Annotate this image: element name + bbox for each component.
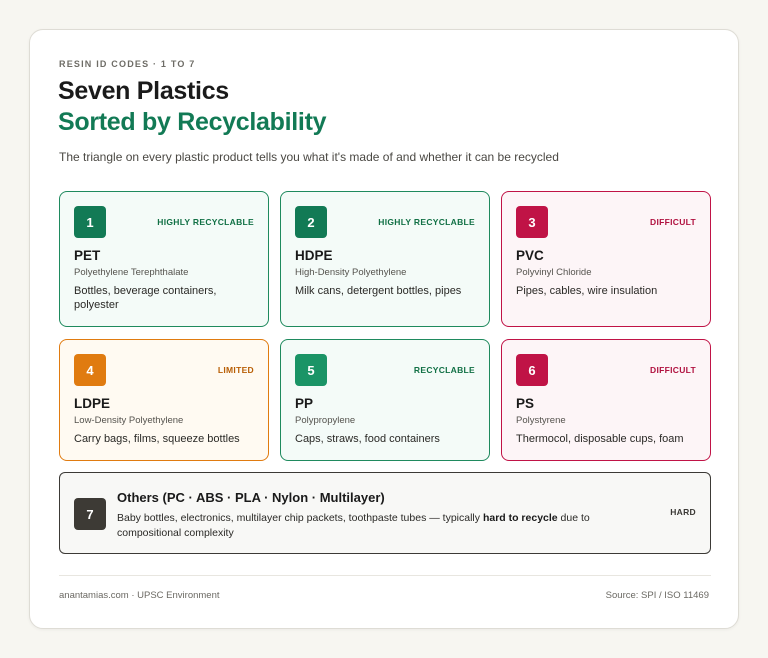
plastic-code: PVC bbox=[516, 248, 544, 263]
plastic-code: HDPE bbox=[295, 248, 333, 263]
recyclability-badge: HIGHLY RECYCLABLE bbox=[378, 217, 475, 227]
resin-number-badge: 1 bbox=[74, 206, 106, 238]
plastic-fullname: Polystyrene bbox=[516, 415, 566, 426]
resin-number-badge: 4 bbox=[74, 354, 106, 386]
page-subtitle: The triangle on every plastic product te… bbox=[59, 150, 559, 164]
footer-credit: anantamias.com · UPSC Environment bbox=[59, 590, 220, 601]
plastic-code: PP bbox=[295, 396, 314, 411]
recyclability-badge: HIGHLY RECYCLABLE bbox=[157, 217, 254, 227]
infographic-card: RESIN ID CODES · 1 TO 7 Seven Plastics S… bbox=[29, 29, 739, 629]
plastic-code: PET bbox=[74, 248, 101, 263]
plastic-code: PS bbox=[516, 396, 535, 411]
plastic-code: LDPE bbox=[74, 396, 111, 411]
footer-source: Source: SPI / ISO 11469 bbox=[605, 590, 709, 601]
page-title: Seven Plastics bbox=[58, 77, 229, 105]
recyclability-badge: HARD bbox=[670, 507, 696, 517]
plastic-fullname: Low-Density Polyethylene bbox=[74, 415, 184, 426]
recyclability-badge: RECYCLABLE bbox=[413, 365, 475, 375]
resin-number-badge: 5 bbox=[295, 354, 327, 386]
plastic-card-3: 3 DIFFICULT PVC Polyvinyl Chloride Pipes… bbox=[501, 191, 711, 327]
footer-divider bbox=[59, 575, 711, 576]
plastic-fullname: Polyethylene Terephthalate bbox=[74, 267, 189, 278]
plastic-card-2: 2 HIGHLY RECYCLABLE HDPE High-Density Po… bbox=[280, 191, 490, 327]
plastic-card-5: 5 RECYCLABLE PP Polypropylene Caps, stra… bbox=[280, 339, 490, 461]
plastic-fullname: Polypropylene bbox=[295, 415, 356, 426]
uses-text: Baby bottles, electronics, multilayer ch… bbox=[117, 512, 483, 524]
plastic-uses: Pipes, cables, wire insulation bbox=[516, 285, 658, 297]
plastic-uses: Milk cans, detergent bottles, pipes bbox=[295, 285, 462, 297]
resin-number-badge: 2 bbox=[295, 206, 327, 238]
plastic-card-7: 7 Others (PC · ABS · PLA · Nylon · Multi… bbox=[59, 472, 711, 554]
recyclability-badge: DIFFICULT bbox=[650, 217, 696, 227]
resin-number-badge: 3 bbox=[516, 206, 548, 238]
uses-emphasis: hard to recycle bbox=[482, 512, 558, 524]
plastic-card-6: 6 DIFFICULT PS Polystyrene Thermocol, di… bbox=[501, 339, 711, 461]
plastic-uses: Carry bags, films, squeeze bottles bbox=[74, 433, 240, 445]
plastic-card-4: 4 LIMITED LDPE Low-Density Polyethylene … bbox=[59, 339, 269, 461]
page-title-accent: Sorted by Recyclability bbox=[58, 108, 327, 136]
plastic-code: Others (PC · ABS · PLA · Nylon · Multila… bbox=[117, 490, 385, 505]
recyclability-badge: LIMITED bbox=[217, 365, 254, 375]
plastic-fullname: Polyvinyl Chloride bbox=[516, 267, 592, 278]
plastic-card-1: 1 HIGHLY RECYCLABLE PET Polyethylene Ter… bbox=[59, 191, 269, 327]
recyclability-badge: DIFFICULT bbox=[650, 365, 696, 375]
plastic-fullname: High-Density Polyethylene bbox=[295, 267, 407, 278]
eyebrow-label: RESIN ID CODES · 1 TO 7 bbox=[59, 59, 196, 69]
resin-number-badge: 6 bbox=[516, 354, 548, 386]
resin-number-badge: 7 bbox=[74, 498, 106, 530]
plastic-uses: Bottles, beverage containers, polyester bbox=[74, 285, 217, 311]
plastic-uses: Thermocol, disposable cups, foam bbox=[516, 433, 684, 445]
plastic-uses: Baby bottles, electronics, multilayer ch… bbox=[117, 511, 617, 541]
plastic-uses: Caps, straws, food containers bbox=[295, 433, 440, 445]
